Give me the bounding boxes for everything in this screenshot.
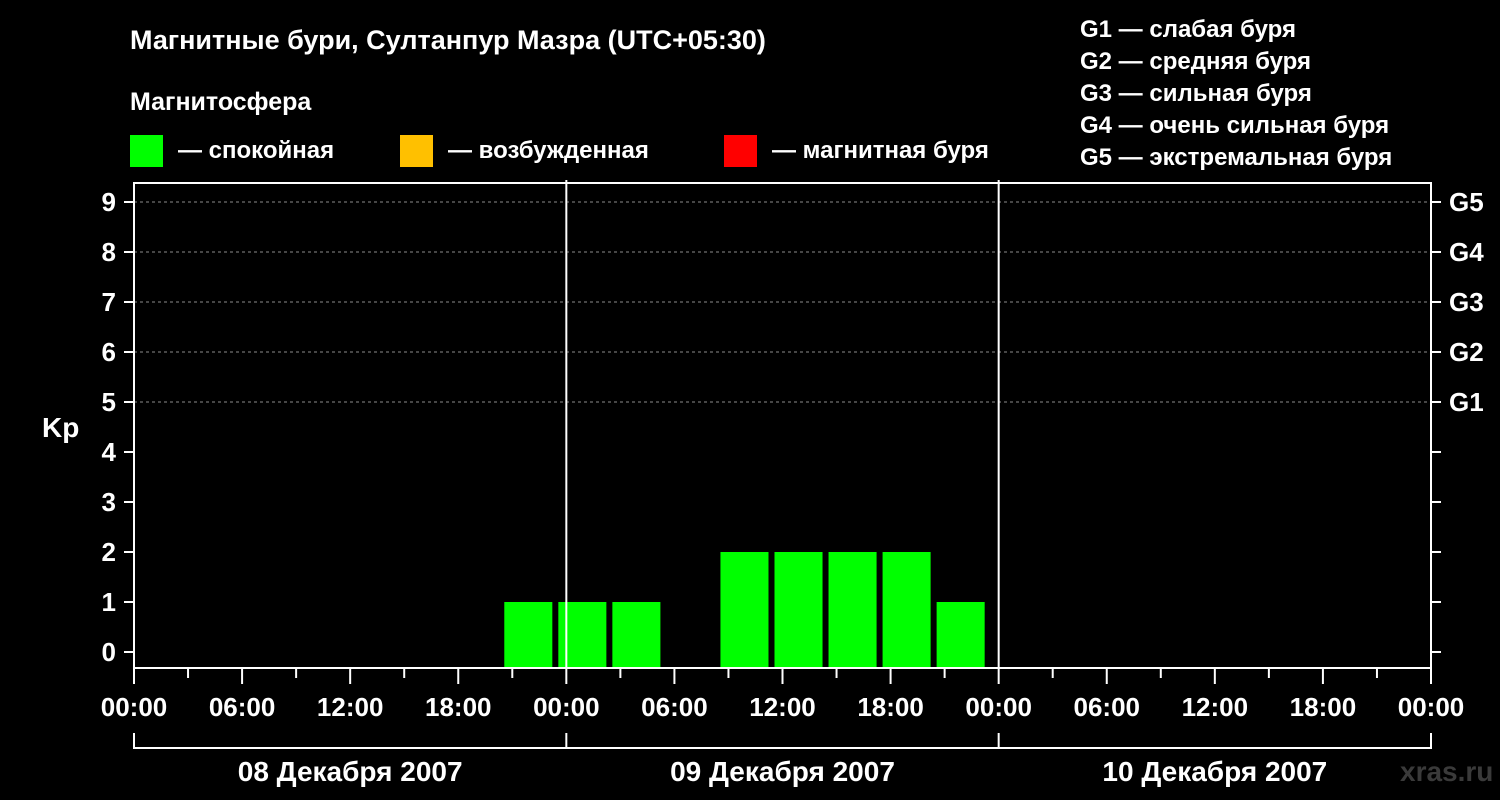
kp-bar-1 bbox=[504, 602, 553, 668]
g-scale-label-G2: G2 bbox=[1449, 337, 1484, 367]
g-legend-g4: G4 — очень сильная буря bbox=[1080, 112, 1389, 139]
g-scale-label-G3: G3 bbox=[1449, 287, 1484, 317]
date-label-1: 08 Декабря 2007 bbox=[238, 756, 463, 787]
y-tick-label-6: 6 bbox=[102, 337, 116, 367]
y-tick-label-3: 3 bbox=[102, 487, 116, 517]
legend-label-active: — возбужденная bbox=[448, 137, 649, 164]
legend-swatch-quiet bbox=[130, 135, 163, 167]
x-tick-label-11: 18:00 bbox=[1290, 692, 1357, 722]
x-tick-label-0: 00:00 bbox=[101, 692, 168, 722]
g-scale-label-G4: G4 bbox=[1449, 237, 1484, 267]
date-label-3: 10 Декабря 2007 bbox=[1102, 756, 1327, 787]
watermark: xras.ru bbox=[1400, 756, 1493, 787]
status-legend: — спокойная — возбужденная — магнитная б… bbox=[130, 135, 989, 167]
x-tick-label-8: 00:00 bbox=[965, 692, 1032, 722]
y-tick-label-9: 9 bbox=[102, 187, 116, 217]
g-scale-label-G5: G5 bbox=[1449, 187, 1484, 217]
kp-bar-8 bbox=[936, 602, 985, 668]
x-tick-label-7: 18:00 bbox=[857, 692, 924, 722]
x-tick-label-1: 06:00 bbox=[209, 692, 276, 722]
kp-bar-3 bbox=[612, 602, 661, 668]
legend-swatch-storm bbox=[724, 135, 757, 167]
kp-bar-5 bbox=[774, 552, 823, 668]
kp-bar-6 bbox=[828, 552, 877, 668]
kp-bar-7 bbox=[882, 552, 931, 668]
kp-bar-4 bbox=[720, 552, 769, 668]
x-tick-label-3: 18:00 bbox=[425, 692, 492, 722]
x-tick-label-5: 06:00 bbox=[641, 692, 708, 722]
y-tick-label-1: 1 bbox=[102, 587, 116, 617]
y-tick-label-5: 5 bbox=[102, 387, 116, 417]
x-tick-label-6: 12:00 bbox=[749, 692, 816, 722]
y-axis-label: Kp bbox=[42, 412, 79, 443]
y-tick-label-7: 7 bbox=[102, 287, 116, 317]
x-tick-label-10: 12:00 bbox=[1182, 692, 1249, 722]
g-legend-g2: G2 — средняя буря bbox=[1080, 48, 1311, 75]
chart-title: Магнитные бури, Султанпур Мазра (UTC+05:… bbox=[130, 25, 766, 55]
y-tick-label-2: 2 bbox=[102, 537, 116, 567]
x-tick-label-2: 12:00 bbox=[317, 692, 384, 722]
x-tick-label-9: 06:00 bbox=[1074, 692, 1141, 722]
x-tick-label-4: 00:00 bbox=[533, 692, 600, 722]
legend-label-storm: — магнитная буря bbox=[772, 137, 989, 164]
legend-label-quiet: — спокойная bbox=[178, 137, 334, 164]
kp-chart: Магнитные бури, Султанпур Мазра (UTC+05:… bbox=[0, 0, 1500, 800]
date-label-2: 09 Декабря 2007 bbox=[670, 756, 895, 787]
g-legend-g3: G3 — сильная буря bbox=[1080, 80, 1312, 107]
g-legend-g1: G1 — слабая буря bbox=[1080, 16, 1296, 43]
y-tick-label-4: 4 bbox=[102, 437, 117, 467]
x-tick-label-12: 00:00 bbox=[1398, 692, 1465, 722]
legend-swatch-active bbox=[400, 135, 433, 167]
g-legend-g5: G5 — экстремальная буря bbox=[1080, 144, 1392, 171]
y-tick-label-8: 8 bbox=[102, 237, 116, 267]
g-scale-label-G1: G1 bbox=[1449, 387, 1484, 417]
y-tick-label-0: 0 bbox=[102, 637, 116, 667]
chart-subtitle: Магнитосфера bbox=[130, 88, 312, 116]
